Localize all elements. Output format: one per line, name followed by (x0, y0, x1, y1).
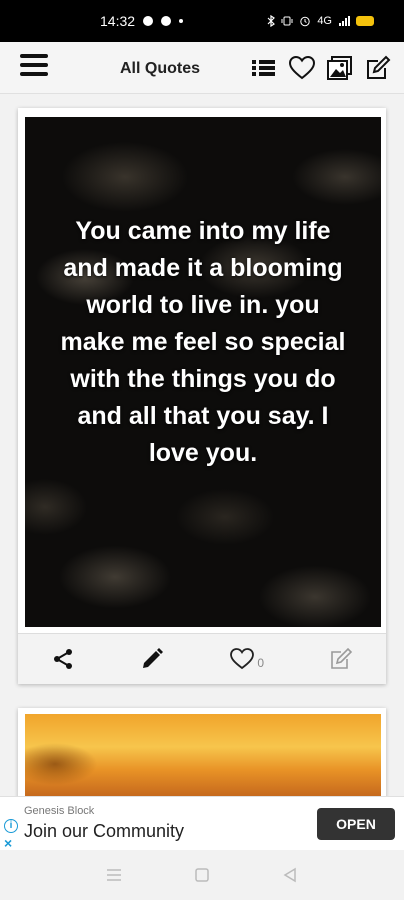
edit-quote-button[interactable] (140, 647, 164, 671)
share-icon (53, 649, 72, 669)
status-time: 14:32 (100, 13, 136, 29)
app-bar: All Quotes (0, 42, 404, 94)
list-button[interactable] (250, 54, 278, 82)
home-button[interactable] (192, 865, 212, 885)
system-nav-bar (0, 850, 404, 900)
edit-button[interactable] (364, 54, 392, 82)
chat-notification-icon (143, 16, 154, 26)
heart-icon (288, 55, 316, 80)
bluetooth-icon (267, 15, 276, 27)
menu-button[interactable] (20, 54, 48, 80)
alarm-icon (300, 16, 311, 27)
favorites-button[interactable] (288, 54, 316, 82)
signal-icon (339, 16, 350, 26)
quote-card-actions: 0 (18, 633, 386, 684)
battery-icon (356, 16, 374, 26)
status-right: 4G (267, 15, 374, 27)
menu-icon-line (20, 54, 48, 58)
edit-note-icon (331, 647, 353, 669)
list-icon (252, 60, 275, 76)
app-bar-actions (250, 54, 392, 82)
status-left: 14:32 (100, 13, 184, 29)
ad-close-icon[interactable]: × (4, 835, 12, 851)
back-button[interactable] (280, 865, 300, 885)
facebook-notification-icon (161, 16, 172, 26)
gallery-icon (327, 56, 352, 80)
recent-apps-icon (107, 869, 121, 881)
edit-icon (367, 55, 391, 79)
like-count: 0 (257, 656, 264, 670)
share-button[interactable] (51, 647, 75, 671)
more-notifications-icon (179, 19, 184, 23)
ad-headline: Join our Community (24, 821, 185, 841)
app-screen: 14:32 4G All Quotes You came into my lif… (0, 0, 404, 900)
menu-icon-line (20, 63, 48, 67)
ad-info-icon[interactable]: i (4, 819, 18, 833)
back-icon (283, 867, 296, 883)
status-bar: 14:32 4G (0, 0, 404, 42)
edit-note-button[interactable] (329, 647, 353, 671)
network-type-label: 4G (317, 15, 332, 27)
heart-outline-icon (230, 648, 255, 670)
menu-icon-line (20, 72, 48, 76)
quote-card-next[interactable] (18, 708, 386, 808)
quote-background-image: You came into my life and made it a bloo… (25, 117, 381, 627)
quote-background-image-next (25, 714, 381, 808)
gallery-button[interactable] (326, 54, 354, 82)
vibrate-icon (281, 16, 293, 26)
home-icon (195, 868, 209, 882)
ad-open-button[interactable]: OPEN (317, 808, 395, 840)
like-button[interactable]: 0 (229, 647, 264, 671)
recent-apps-button[interactable] (104, 865, 124, 885)
pencil-icon (142, 648, 163, 668)
ad-brand: Genesis Block (24, 805, 95, 817)
quote-text: You came into my life and made it a bloo… (60, 217, 346, 467)
page-title: All Quotes (119, 60, 200, 77)
ad-banner[interactable]: i × Genesis Block Join our Community OPE… (0, 796, 404, 851)
quote-card[interactable]: You came into my life and made it a bloo… (18, 108, 386, 684)
